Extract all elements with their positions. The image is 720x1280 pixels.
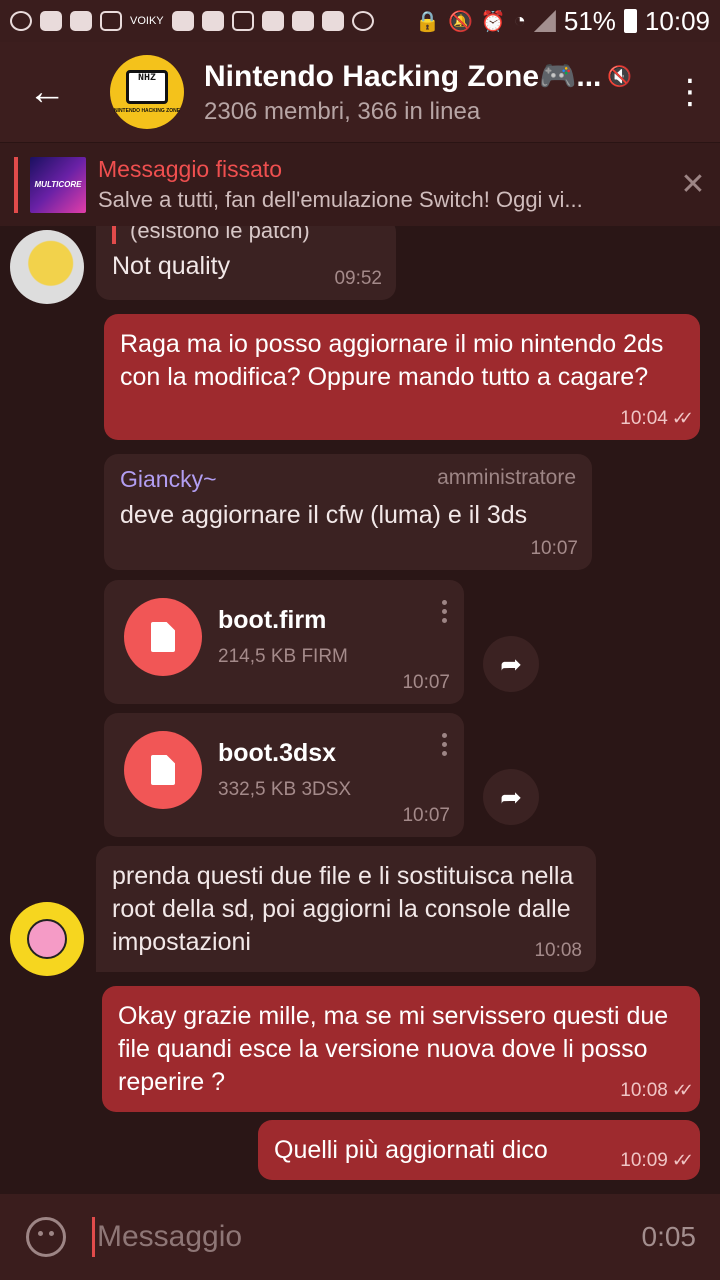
user-avatar[interactable] (10, 902, 84, 976)
message-input-wrapper[interactable] (92, 1217, 642, 1257)
pinned-text: Salve a tutti, fan dell'emulazione Switc… (98, 187, 583, 212)
back-arrow-icon[interactable]: ← (12, 71, 82, 114)
message-text: Okay grazie mille, ma se mi servissero q… (118, 1002, 669, 1096)
share-icon[interactable]: ➦ (483, 636, 539, 692)
youtube-icon (261, 11, 284, 31)
message-status: 10:04 ✓✓ (620, 408, 694, 430)
message-time: 10:09 (620, 1150, 668, 1171)
message-time: 10:07 (402, 805, 450, 826)
discord-icon (70, 11, 92, 31)
pinned-label: Messaggio fissato (98, 156, 283, 182)
file-message[interactable]: boot.firm 214,5 KB FIRM 10:07 (104, 580, 464, 704)
muted-icon: 🔇 (607, 65, 633, 88)
clock: 10:09 (644, 5, 710, 36)
battery-icon (623, 9, 637, 33)
message-time: 10:07 (402, 672, 450, 693)
message-text: prenda questi due file e li sostituisca … (112, 862, 574, 956)
message-input[interactable] (97, 1220, 642, 1254)
message-time: 09:52 (334, 268, 382, 289)
mute-icon: 🔕 (447, 10, 473, 33)
gallery-icon (231, 11, 254, 31)
pikachu-avatar-icon (27, 919, 67, 959)
file-menu-icon[interactable] (436, 600, 452, 623)
alarm-icon: ⏰ (480, 10, 506, 33)
file-meta: 332,5 KB 3DSX (218, 779, 352, 800)
message-status: 10:09 ✓✓ (620, 1150, 694, 1172)
message-time: 10:08 (620, 1080, 668, 1101)
recording-timer: 0:05 (641, 1221, 697, 1252)
battery-percent: 51% (563, 5, 616, 36)
wifi-icon: ◔ (513, 9, 526, 32)
pinned-indicator (14, 156, 18, 213)
double-check-icon: ✓✓ (671, 1150, 694, 1170)
file-meta: 214,5 KB FIRM (218, 646, 348, 667)
message-bubble[interactable]: Quelli più aggiornati dico 10:09 ✓✓ (258, 1120, 700, 1180)
more-options-icon[interactable]: ⋮ (660, 72, 720, 112)
user-avatar[interactable] (10, 230, 84, 304)
folder-icon (171, 11, 194, 31)
chat-header: ← NHZ NINTENDO HACKING ZONE Nintendo Hac… (0, 42, 720, 142)
lock-icon: 🔒 (415, 10, 440, 33)
download-file-button[interactable] (124, 598, 202, 676)
message-time: 10:08 (534, 940, 582, 961)
double-check-icon: ✓✓ (671, 1080, 694, 1100)
document-icon (151, 622, 175, 652)
file-menu-icon[interactable] (436, 733, 452, 756)
message-text: deve aggiornare il cfw (luma) e il 3ds (120, 501, 528, 529)
discord-icon (201, 11, 224, 31)
file-message[interactable]: boot.3dsx 332,5 KB 3DSX 10:07 (104, 713, 464, 837)
chat-info[interactable]: Nintendo Hacking Zone🎮... 🔇 2306 membri,… (204, 59, 660, 126)
chat-title: Nintendo Hacking Zone🎮... (204, 59, 602, 93)
document-icon (151, 755, 175, 785)
sender-role: amministratore (437, 466, 576, 489)
message-time: 10:07 (530, 538, 578, 559)
youtube-icon (291, 11, 314, 31)
pinned-thumbnail: MULTICORE (30, 156, 86, 213)
double-check-icon: ✓✓ (671, 408, 694, 428)
close-pinned-icon[interactable]: ✕ (666, 167, 720, 202)
reply-quote: (esistono le patch) (112, 226, 380, 244)
message-bubble[interactable]: prenda questi due file e li sostituisca … (96, 846, 596, 972)
message-text: Raga ma io posso aggiornare il mio ninte… (120, 330, 664, 391)
chat-subtitle: 2306 membri, 366 in linea (204, 97, 481, 125)
system-status: 🔒 🔕 ⏰ ◔ 51% 10:09 (415, 6, 710, 37)
message-composer: 0:05 (0, 1194, 720, 1280)
message-bubble[interactable]: (esistono le patch) Not quality 09:52 (96, 226, 396, 300)
instagram-icon (10, 11, 32, 31)
group-avatar[interactable]: NHZ NINTENDO HACKING ZONE (110, 55, 184, 129)
message-list[interactable]: (esistono le patch) Not quality 09:52 Ra… (0, 226, 720, 1194)
discord-icon (40, 11, 62, 31)
avatar-subtext: NINTENDO HACKING ZONE (113, 108, 181, 114)
cat-icon (351, 11, 374, 31)
notification-icons: VOIKY (10, 11, 374, 31)
signal-icon (533, 10, 556, 32)
message-bubble[interactable]: Raga ma io posso aggiornare il mio ninte… (104, 314, 700, 440)
message-time: 10:04 (620, 408, 668, 429)
status-bar: VOIKY 🔒 🔕 ⏰ ◔ 51% 10:09 (0, 0, 720, 42)
message-bubble[interactable]: Giancky~ amministratore deve aggiornare … (104, 454, 592, 570)
pinned-message[interactable]: MULTICORE Messaggio fissato Salve a tutt… (0, 142, 720, 226)
message-status: 10:08 ✓✓ (620, 1080, 694, 1102)
emoji-icon[interactable] (26, 1217, 66, 1257)
file-name: boot.3dsx (218, 739, 337, 767)
message-bubble[interactable]: Okay grazie mille, ma se mi servissero q… (102, 986, 700, 1112)
file-name: boot.firm (218, 606, 327, 634)
carrier-tag: VOIKY (130, 15, 164, 27)
youtube-icon (321, 11, 344, 31)
download-file-button[interactable] (124, 731, 202, 809)
avatar-logo: NHZ (126, 70, 168, 104)
share-icon[interactable]: ➦ (483, 769, 539, 825)
app-icon (100, 11, 122, 31)
